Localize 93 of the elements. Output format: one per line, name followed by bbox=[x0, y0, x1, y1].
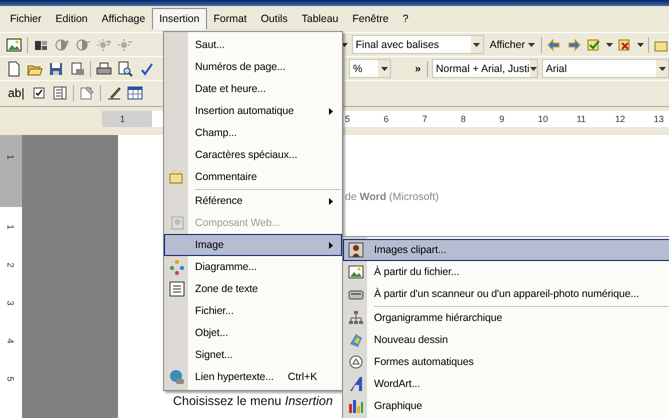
properties-icon[interactable] bbox=[79, 84, 96, 100]
contrast-icon[interactable] bbox=[75, 36, 91, 52]
zoom-dropdown[interactable]: % bbox=[349, 59, 391, 78]
ruler-number: 11 bbox=[576, 114, 587, 124]
accept-change-icon[interactable] bbox=[586, 36, 602, 52]
caret-icon[interactable] bbox=[637, 42, 644, 46]
menu-item[interactable]: Insertion automatique bbox=[164, 100, 342, 122]
caret-icon bbox=[380, 66, 388, 70]
submenu-arrow-icon bbox=[329, 108, 333, 114]
print-icon[interactable] bbox=[96, 60, 112, 76]
ruler-number: 2 bbox=[5, 262, 17, 268]
caret-icon[interactable] bbox=[606, 42, 613, 46]
wordart-icon bbox=[348, 376, 364, 392]
menu-bar-item[interactable]: Edition bbox=[48, 8, 95, 30]
menu-bar-item[interactable]: Fenêtre bbox=[345, 8, 396, 30]
menu-item[interactable]: Numéros de page... bbox=[164, 56, 342, 78]
menu-item[interactable]: WordArt... bbox=[343, 373, 669, 395]
menu-item[interactable]: Image bbox=[164, 234, 342, 256]
menu-item[interactable]: Caractères spéciaux... bbox=[164, 144, 342, 166]
menu-bar-item[interactable]: Tableau bbox=[294, 8, 346, 30]
ruler-number: 5 bbox=[5, 376, 17, 382]
menu-item[interactable]: À partir du fichier... bbox=[343, 261, 669, 283]
new-document-icon[interactable] bbox=[6, 60, 22, 76]
submenu-arrow-icon bbox=[329, 242, 333, 248]
previous-change-icon[interactable] bbox=[546, 36, 562, 52]
document-text: de Word (Microsoft) bbox=[345, 191, 439, 203]
menu-item[interactable]: Graphique bbox=[343, 395, 669, 417]
menu-item[interactable]: Fichier... bbox=[164, 300, 342, 322]
print-preview-icon[interactable] bbox=[117, 60, 133, 76]
menu-item[interactable]: Formes automatiques bbox=[343, 351, 669, 373]
ruler-number: 13 bbox=[654, 114, 665, 124]
more-buttons-button[interactable]: » bbox=[413, 62, 423, 74]
list-box-icon[interactable] bbox=[52, 84, 68, 100]
menu-item[interactable]: Zone de texte bbox=[164, 278, 342, 300]
submenu-arrow-icon bbox=[329, 198, 333, 204]
caret-icon bbox=[528, 42, 535, 46]
next-change-icon[interactable] bbox=[566, 36, 582, 52]
save-icon[interactable] bbox=[48, 60, 64, 76]
web-component-icon bbox=[169, 215, 185, 231]
show-button[interactable]: Afficher bbox=[488, 38, 537, 50]
menu-bar-item[interactable]: Format bbox=[206, 8, 254, 30]
ruler-number: 1 bbox=[5, 154, 17, 160]
menu-item[interactable]: Lien hypertexte... Ctrl+K bbox=[164, 366, 342, 388]
menu-bar-item[interactable]: Affichage bbox=[94, 8, 152, 30]
ruler-number: 1 bbox=[5, 224, 17, 230]
menu-item[interactable]: Diagramme... bbox=[164, 256, 342, 278]
document-text: Choisissez le menu Insertion bbox=[173, 394, 333, 408]
caret-icon bbox=[658, 66, 666, 70]
ruler-number: 5 bbox=[345, 114, 352, 124]
ruler-number: 6 bbox=[384, 114, 390, 124]
checkbox-icon[interactable] bbox=[31, 84, 48, 100]
caret-icon bbox=[530, 66, 537, 70]
contrast-icon[interactable] bbox=[54, 36, 70, 52]
menu-item[interactable]: Date et heure... bbox=[164, 78, 342, 100]
table-icon[interactable] bbox=[127, 84, 144, 100]
menu-bar-item[interactable]: ? bbox=[396, 8, 416, 30]
text-box-icon bbox=[169, 281, 185, 297]
menu-item[interactable]: Signet... bbox=[164, 344, 342, 366]
style-dropdown[interactable]: Normal + Arial, Justi bbox=[432, 59, 538, 78]
ruler-number: 7 bbox=[422, 114, 428, 124]
shapes-icon bbox=[348, 354, 364, 370]
menu-item[interactable]: Commentaire bbox=[164, 166, 342, 188]
ruler-number: 9 bbox=[499, 114, 506, 124]
diagram-icon bbox=[169, 259, 185, 275]
menu-bar-item[interactable]: Insertion bbox=[152, 8, 206, 30]
picture-icon[interactable] bbox=[6, 36, 22, 52]
menu-bar-item[interactable]: Fichier bbox=[3, 8, 49, 30]
ruler-number: 10 bbox=[538, 114, 549, 124]
ruler-number: 1 bbox=[120, 114, 126, 124]
globe-icon bbox=[169, 369, 185, 385]
bar-chart-icon bbox=[348, 398, 364, 414]
menu-item[interactable]: Saut... bbox=[164, 34, 342, 56]
picture-icon bbox=[348, 264, 364, 280]
ruler-number: 8 bbox=[460, 114, 467, 124]
org-chart-icon bbox=[348, 310, 364, 326]
font-dropdown[interactable]: Arial bbox=[542, 59, 669, 78]
drawing-icon bbox=[348, 332, 364, 348]
text-field-button[interactable]: ab| bbox=[6, 86, 26, 100]
menu-item[interactable]: Images clipart... bbox=[343, 239, 669, 261]
caret-icon bbox=[473, 42, 480, 46]
markup-view-dropdown[interactable]: Final avec balises bbox=[352, 35, 484, 54]
menu-bar-item[interactable]: Outils bbox=[254, 8, 295, 30]
permission-icon[interactable] bbox=[69, 60, 85, 76]
menu-item[interactable]: Objet... bbox=[164, 322, 342, 344]
menu-item[interactable]: Nouveau dessin bbox=[343, 329, 669, 351]
menu-item[interactable]: Champ... bbox=[164, 122, 342, 144]
menu-item[interactable]: À partir d'un scanneur ou d'un appareil-photo numérique... bbox=[343, 283, 669, 305]
clipart-icon bbox=[348, 242, 364, 258]
pencil-icon[interactable] bbox=[106, 84, 122, 100]
ruler-number: 12 bbox=[615, 114, 626, 124]
comment-icon bbox=[169, 169, 185, 185]
ruler-number: 4 bbox=[5, 338, 17, 344]
ruler-number: 3 bbox=[5, 300, 17, 306]
